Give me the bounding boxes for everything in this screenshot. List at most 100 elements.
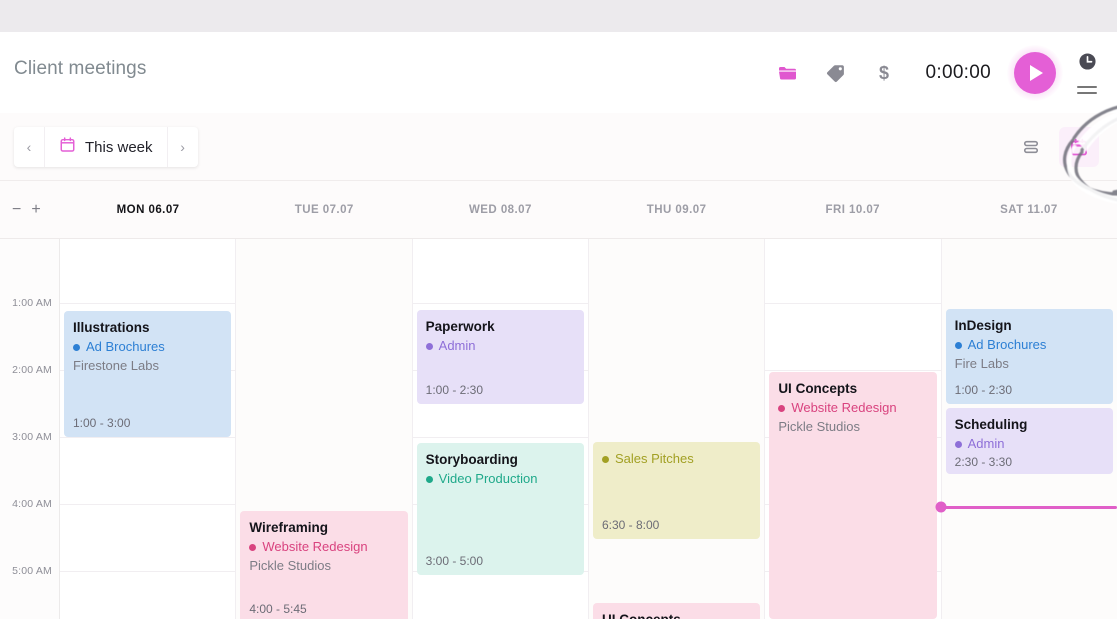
event-card[interactable]: Storyboarding Video Production 3:00 - 5:00 bbox=[416, 443, 584, 575]
event-time: 1:00 - 2:30 bbox=[425, 383, 484, 397]
next-week-button[interactable]: › bbox=[168, 127, 198, 167]
day-column-2[interactable]: Paperwork Admin 1:00 - 2:30 Storyboarding Vi… bbox=[413, 239, 589, 619]
zoom-out-button[interactable]: − bbox=[12, 202, 21, 218]
day-header-5[interactable]: SAT 11.07 bbox=[941, 181, 1117, 239]
event-title: Storyboarding bbox=[425, 452, 518, 467]
event-project: Website Redesign bbox=[778, 400, 927, 417]
calendar-icon bbox=[59, 136, 76, 158]
tag-icon[interactable] bbox=[812, 49, 860, 97]
event-title: Paperwork bbox=[425, 319, 495, 334]
project-color-dot bbox=[249, 543, 257, 551]
day-column-0[interactable]: Illustrations Ad Brochures Firestone Labs 1… bbox=[60, 239, 237, 619]
day-header-0[interactable]: MON 06.07 bbox=[60, 181, 236, 239]
event-project: Admin bbox=[954, 435, 1104, 453]
event-time: 1:00 - 2:30 bbox=[954, 383, 1013, 397]
project-color-dot bbox=[954, 440, 962, 448]
day-header-1[interactable]: TUE 07.07 bbox=[236, 181, 412, 239]
day-header-4[interactable]: FRI 10.07 bbox=[765, 181, 941, 239]
timer-readout: 0:00:00 bbox=[925, 61, 991, 83]
event-project-label: Video Production bbox=[438, 470, 538, 486]
time-label-0: 1:00 AM bbox=[12, 297, 52, 309]
header-right-stack bbox=[1067, 43, 1107, 103]
app-header: Client meetings $ 0:00:00 bbox=[0, 32, 1117, 113]
event-card[interactable]: Sales Pitches 6:30 - 8:00 bbox=[592, 442, 761, 539]
event-project: Ad Brochures bbox=[954, 336, 1104, 354]
play-icon bbox=[1030, 64, 1043, 81]
time-gutter: 1:00 AM 2:00 AM 3:00 AM 4:00 AM 5:00 AM bbox=[0, 239, 60, 619]
event-project: Admin bbox=[425, 337, 575, 355]
event-client: Pickle Studios bbox=[778, 418, 860, 434]
day-columns: Illustrations Ad Brochures Firestone Labs 1… bbox=[60, 239, 1117, 619]
event-project-label: Ad Brochures bbox=[967, 336, 1047, 352]
event-client: Pickle Studios bbox=[249, 557, 331, 573]
header-toolbar: $ 0:00:00 bbox=[764, 32, 1108, 113]
menu-bar-2 bbox=[1077, 92, 1097, 95]
event-card[interactable]: Scheduling Admin 2:30 - 3:30 bbox=[945, 408, 1113, 474]
event-title: Scheduling bbox=[954, 417, 1028, 432]
event-time: 4:00 - 5:45 bbox=[249, 602, 307, 616]
day-header-2[interactable]: WED 08.07 bbox=[412, 181, 588, 239]
event-project-label: Website Redesign bbox=[791, 399, 897, 415]
page-title: Client meetings bbox=[14, 58, 147, 79]
browser-chrome-strip bbox=[0, 0, 1117, 32]
event-project: Ad Brochures bbox=[73, 339, 222, 356]
day-column-3[interactable]: Sales Pitches 6:30 - 8:00 UI Concepts bbox=[588, 239, 766, 619]
dollar-icon[interactable]: $ bbox=[860, 49, 908, 97]
menu-icon[interactable] bbox=[1077, 85, 1097, 95]
date-range-label: This week bbox=[85, 138, 153, 156]
event-card[interactable]: UI Concepts bbox=[592, 603, 761, 619]
event-client: Fire Labs bbox=[954, 355, 1009, 371]
event-card[interactable]: Illustrations Ad Brochures Firestone Labs 1… bbox=[64, 311, 232, 437]
project-color-dot bbox=[425, 475, 433, 483]
list-view-icon[interactable] bbox=[1011, 127, 1051, 167]
now-line-dot bbox=[935, 501, 947, 513]
calendar-grid: 1:00 AM 2:00 AM 3:00 AM 4:00 AM 5:00 AM Illu… bbox=[0, 239, 1117, 619]
start-timer-button[interactable] bbox=[1005, 43, 1065, 103]
project-color-dot bbox=[954, 341, 962, 349]
event-title: Wireframing bbox=[249, 520, 328, 535]
project-color-dot bbox=[601, 455, 609, 463]
event-card[interactable]: Paperwork Admin 1:00 - 2:30 bbox=[416, 310, 584, 404]
prev-week-button[interactable]: ‹ bbox=[14, 127, 44, 167]
day-columns-header: MON 06.07 TUE 07.07 WED 08.07 THU 09.07 FRI … bbox=[60, 181, 1117, 239]
date-range-button[interactable]: This week bbox=[44, 127, 168, 167]
event-time: 3:00 - 5:00 bbox=[425, 554, 484, 568]
calendar-app: Client meetings $ 0:00:00 ‹ This week › … bbox=[0, 0, 1117, 619]
svg-text:$: $ bbox=[878, 63, 888, 83]
day-header-row: − + MON 06.07 TUE 07.07 WED 08.07 THU 09.07… bbox=[0, 181, 1117, 239]
week-picker: ‹ This week › bbox=[14, 127, 198, 167]
menu-bar-1 bbox=[1077, 85, 1097, 88]
clock-icon[interactable] bbox=[1077, 51, 1098, 77]
time-label-3: 4:00 AM bbox=[12, 498, 52, 510]
event-project: Website Redesign bbox=[249, 539, 398, 556]
play-button-circle bbox=[1014, 51, 1056, 94]
event-card[interactable]: UI Concepts Website Redesign Pickle Studio… bbox=[769, 372, 937, 619]
event-card[interactable]: InDesign Ad Brochures Fire Labs 1:00 - 2:30 bbox=[945, 309, 1113, 404]
event-project-label: Admin bbox=[967, 435, 1005, 451]
zoom-controls: − + bbox=[6, 181, 66, 239]
view-toggle-group bbox=[1011, 127, 1099, 167]
project-color-dot bbox=[425, 342, 433, 350]
zoom-in-button[interactable]: + bbox=[31, 202, 40, 218]
event-time: 1:00 - 3:00 bbox=[73, 416, 131, 430]
now-line bbox=[938, 506, 1117, 509]
event-project: Sales Pitches bbox=[601, 451, 751, 468]
event-title: Illustrations bbox=[73, 320, 150, 335]
event-project-label: Sales Pitches bbox=[614, 451, 694, 466]
calendar-view-icon[interactable] bbox=[1059, 127, 1099, 167]
event-card[interactable]: Wireframing Website Redesign Pickle Studio… bbox=[240, 511, 408, 619]
event-project: Video Production bbox=[425, 470, 575, 488]
day-column-4[interactable]: UI Concepts Website Redesign Pickle Studio… bbox=[765, 239, 942, 619]
event-project-label: Admin bbox=[438, 337, 476, 353]
event-time: 2:30 - 3:30 bbox=[954, 454, 1013, 469]
event-client: Firestone Labs bbox=[73, 357, 159, 373]
event-title: InDesign bbox=[954, 318, 1012, 333]
event-project-label: Ad Brochures bbox=[86, 338, 165, 354]
day-column-5[interactable]: InDesign Ad Brochures Fire Labs 1:00 - 2:30… bbox=[941, 239, 1117, 619]
day-header-3[interactable]: THU 09.07 bbox=[589, 181, 765, 239]
calendar-navbar: ‹ This week › bbox=[0, 113, 1117, 181]
event-project-label: Website Redesign bbox=[262, 538, 368, 554]
event-title: UI Concepts bbox=[602, 612, 751, 619]
folder-icon[interactable] bbox=[764, 49, 812, 97]
day-column-1[interactable]: Wireframing Website Redesign Pickle Studio… bbox=[236, 239, 413, 619]
